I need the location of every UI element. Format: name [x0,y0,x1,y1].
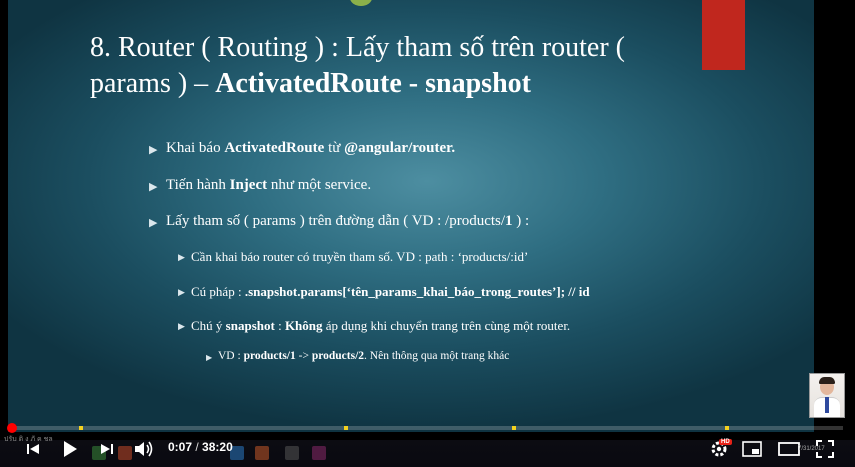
hd-badge: HD [719,439,732,445]
volume-icon[interactable] [134,440,154,458]
bullet-bold: .snapshot.params[‘tên_params_khai_báo_tr… [244,284,590,299]
title-plain: params ) – [90,68,216,99]
bullet-text: ) : [512,213,530,229]
time-separator: / [192,440,203,454]
theater-icon[interactable] [778,441,800,457]
bullet-bold: products/1 [243,350,296,362]
presenter-webcam [809,373,845,418]
bullet-arrow-icon: ▶ [206,353,213,362]
chapter-marker [512,426,516,430]
bullet-text: -> [295,350,312,362]
bullet-bold: 1 [505,213,513,229]
play-icon[interactable] [62,440,78,458]
bullet-arrow-icon: ▶ [178,287,185,297]
miniplayer-icon[interactable] [742,441,762,457]
bullet-text: áp dụng khi chuyển trang trên cùng một r… [322,318,571,333]
bullet-text: Cần khai báo router có truyền tham số. V… [191,249,529,264]
chapter-marker [344,426,348,430]
bullet-text: Cú pháp : [191,284,245,299]
time-display: 0:07 / 38:20 [168,440,233,454]
decorative-red-block [702,0,745,70]
bullet-bold: ActivatedRoute [224,140,325,156]
current-time: 0:07 [168,440,193,454]
bullet-arrow-icon: ▶ [149,181,158,193]
duration: 38:20 [202,440,233,454]
webcam-hair [819,377,835,384]
bullet-text: Khai báo [166,140,225,156]
bullet-bold: Không [284,318,323,333]
slide-title: 8. Router ( Routing ) : Lấy tham số trên… [90,30,690,102]
bullet-text: VD : [218,350,244,362]
progress-bar[interactable] [12,426,843,430]
bullet-text: . Nên thông qua một trang khác [364,350,510,362]
previous-icon[interactable] [26,442,40,456]
webcam-tie [825,397,829,413]
bullet-text: Tiến hành [166,177,230,193]
next-icon[interactable] [100,442,114,456]
bullet-text: như một service. [267,177,372,193]
slide-title-line1: 8. Router ( Routing ) : Lấy tham số trên… [90,32,625,63]
bullet-arrow-icon: ▶ [149,144,158,156]
overlay-clock: 7/31/2017 [798,446,825,452]
bullet-arrow-icon: ▶ [149,217,158,229]
video-frame[interactable]: 8. Router ( Routing ) : Lấy tham số trên… [8,0,814,432]
bullet-bold: Inject [229,177,268,193]
bullet-arrow-icon: ▶ [178,321,185,331]
title-bold: ActivatedRoute - snapshot [215,68,531,99]
bullet-arrow-icon: ▶ [178,252,185,262]
progress-scrubber[interactable] [7,423,17,433]
bullet-text: từ [324,140,345,156]
bullet-bold: products/2 [311,350,365,362]
bullet-text: : [274,318,285,333]
bullet-bold: snapshot [225,318,275,333]
video-player[interactable]: 8. Router ( Routing ) : Lấy tham số trên… [0,0,855,467]
decorative-dot [350,0,372,6]
bullet-text: Chú ý [191,318,226,333]
bullet-bold: @angular/router. [344,140,456,156]
chapter-marker [79,426,83,430]
bullet-text: Lấy tham số ( params ) trên đường dẫn ( … [166,213,506,229]
slide-title-line2: params ) – ActivatedRoute - snapshot [90,66,690,102]
chapter-marker [725,426,729,430]
